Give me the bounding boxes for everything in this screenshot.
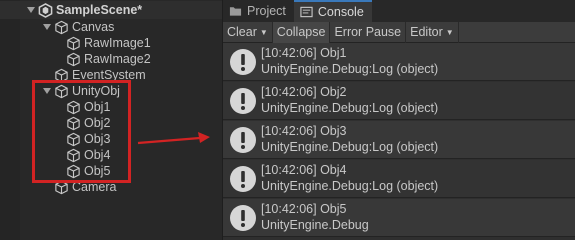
- editor-dropdown-label: Editor: [410, 25, 443, 39]
- hierarchy-item-label: Canvas: [72, 20, 115, 34]
- cube-icon: [66, 36, 81, 51]
- hierarchy-panel: ◉ SampleScene* Canvas RawImage1 RawImage…: [0, 0, 222, 240]
- console-icon: [300, 6, 313, 18]
- collapse-button[interactable]: Collapse: [272, 21, 331, 43]
- log-entry[interactable]: [10:42:06] Obj5 UnityEngine.Debug: [223, 199, 575, 237]
- clear-button[interactable]: Clear ▼: [223, 21, 273, 43]
- tab-label: Console: [317, 5, 364, 19]
- log-stacktrace: UnityEngine.Debug:Log (object): [261, 140, 439, 154]
- error-pause-button-label: Error Pause: [334, 25, 402, 39]
- scene-name: SampleScene*: [56, 3, 143, 17]
- log-message: [10:42:06] Obj2: [261, 85, 347, 99]
- clear-button-label: Clear: [227, 25, 257, 39]
- log-stacktrace: UnityEngine.Debug:Log (object): [261, 101, 439, 115]
- dropdown-arrow-icon[interactable]: ▼: [260, 28, 268, 37]
- log-entry[interactable]: [10:42:06] Obj3 UnityEngine.Debug:Log (o…: [223, 121, 575, 159]
- annotation-arrow-icon: [137, 132, 210, 145]
- tab-console[interactable]: Console: [293, 0, 372, 22]
- log-list: [10:42:06] Obj1 UnityEngine.Debug:Log (o…: [223, 43, 575, 240]
- cube-icon: [54, 20, 69, 35]
- info-icon: [230, 166, 256, 192]
- foldout-expanded-icon[interactable]: [42, 19, 52, 35]
- foldout-expanded-icon[interactable]: [26, 2, 36, 18]
- error-pause-button[interactable]: Error Pause: [330, 21, 407, 43]
- hierarchy-item-label: RawImage2: [84, 52, 151, 66]
- highlight-box: [32, 80, 131, 183]
- cube-icon: [66, 52, 81, 67]
- collapse-button-label: Collapse: [276, 25, 326, 39]
- log-entry[interactable]: [10:42:06] Obj4 UnityEngine.Debug:Log (o…: [223, 160, 575, 198]
- info-icon: [230, 49, 256, 75]
- editor-dropdown[interactable]: Editor ▼: [406, 21, 459, 43]
- log-message: [10:42:06] Obj5: [261, 202, 347, 216]
- hierarchy-item-rawimage1[interactable]: RawImage1: [66, 35, 151, 51]
- log-message: [10:42:06] Obj1: [261, 46, 347, 60]
- hierarchy-item-rawimage2[interactable]: RawImage2: [66, 51, 151, 67]
- tab-bar: Project Console: [223, 0, 575, 22]
- console-panel: Project Console Clear ▼ Collapse Error P…: [222, 0, 575, 240]
- visibility-gutter: ◉: [0, 0, 20, 240]
- console-toolbar: Clear ▼ Collapse Error Pause Editor ▼: [223, 21, 575, 43]
- log-stacktrace: UnityEngine.Debug:Log (object): [261, 62, 439, 76]
- log-message: [10:42:06] Obj3: [261, 124, 347, 138]
- info-icon: [230, 88, 256, 114]
- hierarchy-item-label: RawImage1: [84, 36, 151, 50]
- log-stacktrace: UnityEngine.Debug: [261, 218, 369, 232]
- tab-label: Project: [247, 4, 286, 18]
- tab-project[interactable]: Project: [223, 0, 294, 22]
- folder-icon: [229, 5, 242, 17]
- info-icon: [230, 127, 256, 153]
- log-entry[interactable]: [10:42:06] Obj2 UnityEngine.Debug:Log (o…: [223, 82, 575, 120]
- log-message: [10:42:06] Obj4: [261, 163, 347, 177]
- hierarchy-item-canvas[interactable]: Canvas: [42, 19, 114, 35]
- scene-item[interactable]: SampleScene*: [26, 2, 142, 18]
- log-stacktrace: UnityEngine.Debug:Log (object): [261, 179, 439, 193]
- info-icon: [230, 205, 256, 231]
- unity-logo-icon: [38, 2, 53, 18]
- dropdown-arrow-icon: ▼: [445, 27, 454, 37]
- log-entry[interactable]: [10:42:06] Obj1 UnityEngine.Debug:Log (o…: [223, 43, 575, 81]
